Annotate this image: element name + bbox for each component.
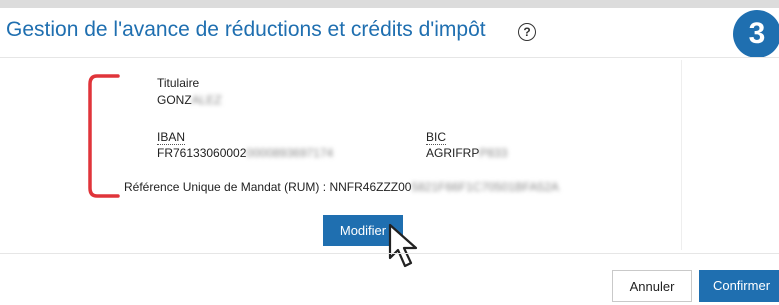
titulaire-value: GONZALEZ xyxy=(157,93,222,107)
help-icon[interactable]: ? xyxy=(518,23,536,41)
mouse-pointer-icon xyxy=(388,223,418,268)
dialog-title: Gestion de l'avance de réductions et cré… xyxy=(6,18,486,41)
bracket-annotation xyxy=(88,74,120,198)
iban-label: IBAN xyxy=(157,130,186,145)
annuler-button[interactable]: Annuler xyxy=(612,270,692,302)
footer-divider xyxy=(0,253,779,254)
rum-row: Référence Unique de Mandat (RUM) : NNFR4… xyxy=(124,180,559,194)
header-divider xyxy=(0,57,779,58)
confirmer-button[interactable]: Confirmer xyxy=(699,270,779,302)
bic-label: BIC xyxy=(426,130,447,145)
content-divider xyxy=(681,60,682,250)
step-badge: 3 xyxy=(733,10,779,58)
bic-value: AGRIFRPP833 xyxy=(426,146,508,160)
dialog-top-border xyxy=(0,0,779,8)
iban-value: FR761330600020000893697174 xyxy=(157,146,334,160)
rum-label: Référence Unique de Mandat (RUM) : xyxy=(124,180,330,194)
titulaire-label: Titulaire xyxy=(157,76,200,90)
rum-value: NNFR46ZZZ00 xyxy=(329,180,412,194)
